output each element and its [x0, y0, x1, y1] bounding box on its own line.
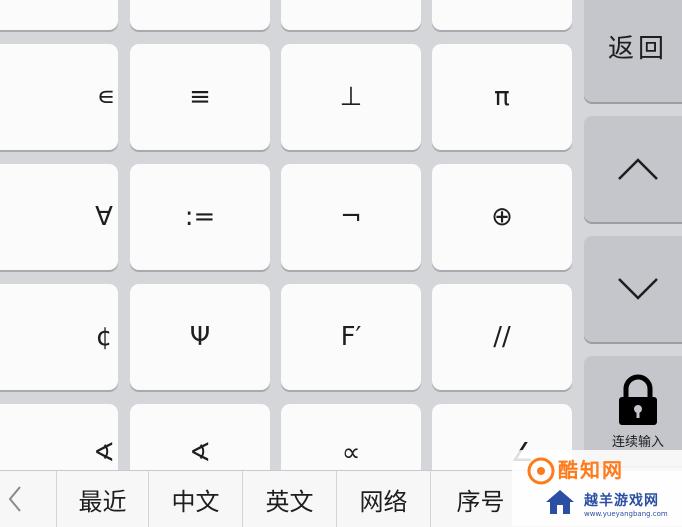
watermark: 酷知网 越羊游戏网 www.yueyangbang.com: [512, 450, 682, 526]
key-label: ∀: [95, 202, 113, 232]
symbol-key[interactable]: ≡: [130, 44, 270, 150]
back-button[interactable]: 返回: [584, 0, 682, 102]
category-back-button[interactable]: [0, 471, 30, 527]
category-tab-recent[interactable]: 最近: [56, 471, 148, 527]
category-tab-network[interactable]: 网络: [336, 471, 430, 527]
symbol-key[interactable]: [0, 0, 118, 30]
symbol-key[interactable]: ¢: [0, 284, 118, 390]
key-label: ∊: [96, 82, 116, 112]
category-tab-label: 最近: [78, 487, 127, 516]
key-label: F′: [340, 322, 362, 352]
category-tab-label: 英文: [265, 487, 314, 516]
watermark-text-secondary: 越羊游戏网: [584, 493, 659, 509]
category-tab-label: 网络: [359, 487, 408, 516]
symbol-key[interactable]: ∊: [0, 44, 118, 150]
category-tab-label: 中文: [171, 487, 220, 516]
symbol-key[interactable]: //: [432, 284, 572, 390]
key-label: ∝: [341, 438, 361, 468]
watermark-logo-icon: [527, 457, 555, 485]
key-label: ¬: [340, 202, 362, 232]
scroll-down-button[interactable]: [584, 236, 682, 342]
continuous-input-label: 连续输入: [611, 434, 664, 450]
symbol-key[interactable]: :=: [130, 164, 270, 270]
symbol-key[interactable]: ⊥: [281, 44, 421, 150]
key-label: ≡: [189, 82, 211, 112]
key-label: ¢: [95, 322, 113, 352]
category-tab-chinese[interactable]: 中文: [148, 471, 242, 527]
chevron-up-icon: [618, 158, 658, 180]
key-label: π: [494, 82, 510, 112]
watermark-text: 酷知网: [558, 458, 624, 482]
key-label: :=: [184, 202, 216, 232]
symbol-key[interactable]: [281, 0, 421, 30]
scroll-up-button[interactable]: [584, 116, 682, 222]
key-label: Ψ: [189, 322, 211, 352]
key-label: ∢: [93, 438, 115, 468]
back-button-label: 返回: [607, 33, 668, 64]
symbol-key[interactable]: F′: [281, 284, 421, 390]
symbol-key[interactable]: π: [432, 44, 572, 150]
symbol-key[interactable]: [130, 0, 270, 30]
chevron-down-icon: [618, 278, 658, 300]
symbol-key[interactable]: ⊕: [432, 164, 572, 270]
chevron-left-icon: [8, 486, 21, 512]
watermark-house-icon: [546, 490, 574, 514]
key-label: ⊕: [491, 202, 513, 232]
watermark-url: www.yueyangbang.com: [584, 510, 668, 518]
symbol-key[interactable]: [432, 0, 572, 30]
key-label: ∢: [189, 438, 211, 468]
key-label: //: [493, 322, 511, 352]
key-label: ⊥: [339, 82, 363, 112]
lock-icon: [619, 374, 657, 425]
symbol-key[interactable]: ¬: [281, 164, 421, 270]
category-tab-english[interactable]: 英文: [242, 471, 336, 527]
symbol-key[interactable]: Ψ: [130, 284, 270, 390]
category-tab-label: 序号: [456, 487, 505, 516]
symbol-key[interactable]: ∀: [0, 164, 118, 270]
